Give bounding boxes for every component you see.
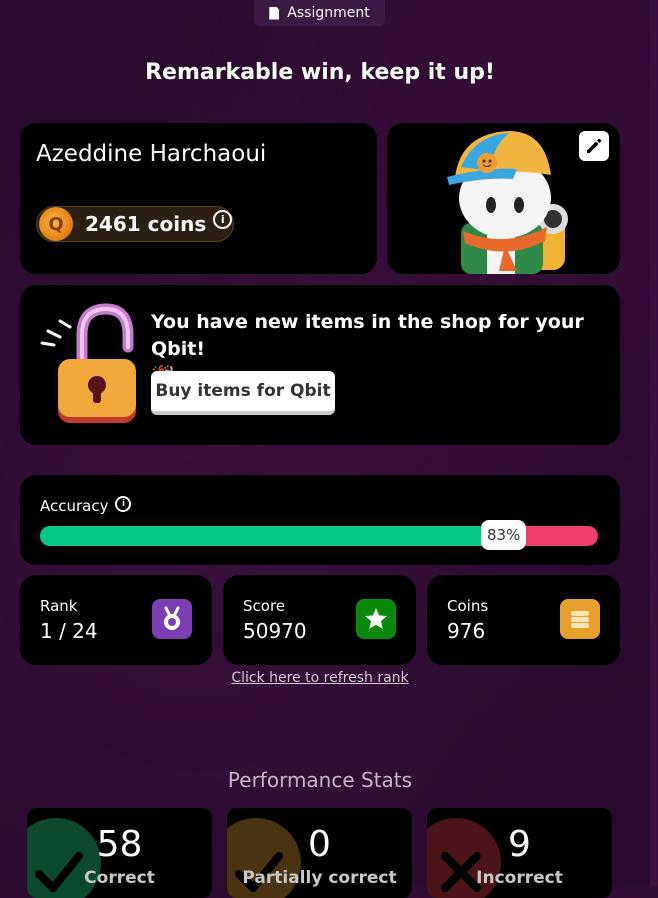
shop-card: You have new items in the shop for your …	[20, 285, 620, 445]
rank-card: Rank 1 / 24	[20, 575, 212, 665]
edit-pencil-icon	[587, 138, 602, 153]
partially-correct-count: 0	[308, 824, 331, 865]
correct-count: 58	[96, 824, 143, 865]
info-icon[interactable]: i	[213, 209, 233, 229]
score-label: Score	[243, 597, 286, 615]
score-card: Score 50970	[223, 575, 416, 665]
player-name: Azeddine Harchaoui	[36, 141, 267, 167]
info-icon[interactable]: i	[115, 496, 132, 512]
accuracy-card: Accuracy i 83%	[20, 475, 620, 565]
coin-balance: Q 2461 coins i	[36, 206, 234, 242]
accuracy-value: 83%	[481, 520, 527, 550]
result-headline: Remarkable win, keep it up!	[145, 60, 495, 85]
score-value: 50970	[243, 619, 307, 643]
star-icon	[365, 608, 387, 629]
medal-icon	[164, 606, 180, 630]
score-badge	[356, 599, 396, 639]
coins-label: Coins	[447, 597, 489, 615]
scrollbar-track[interactable]	[650, 0, 658, 886]
rank-label: Rank	[40, 597, 78, 615]
coins-value: 976	[447, 619, 486, 643]
assignment-tag: Assignment	[254, 0, 385, 26]
unlock-icon	[40, 303, 136, 423]
coin-balance-label: 2461 coins	[85, 212, 207, 236]
correct-card: 58 Correct	[27, 808, 212, 898]
edit-avatar-button[interactable]	[579, 131, 609, 161]
accuracy-bar-fill	[40, 526, 504, 546]
refresh-rank-link[interactable]: Click here to refresh rank	[0, 670, 640, 686]
shop-message-text: You have new items in the shop for your …	[151, 311, 584, 360]
document-icon	[269, 6, 280, 20]
rank-badge	[152, 599, 192, 639]
coins-card: Coins 976	[427, 575, 620, 665]
profile-card: Azeddine Harchaoui Q 2461 coins i	[20, 123, 377, 274]
buy-items-button[interactable]: Buy items for Qbit	[151, 371, 335, 415]
accuracy-label: Accuracy	[40, 497, 109, 515]
incorrect-card: 9 Incorrect	[427, 808, 612, 898]
coins-stack-icon	[571, 611, 589, 628]
performance-title: Performance Stats	[227, 768, 413, 792]
incorrect-count: 9	[508, 824, 531, 865]
avatar-card	[387, 123, 620, 274]
partially-correct-card: 0 Partially correct	[227, 808, 412, 898]
rank-value: 1 / 24	[40, 619, 98, 643]
incorrect-label: Incorrect	[476, 868, 563, 888]
coin-icon: Q	[39, 207, 73, 241]
assignment-tag-label: Assignment	[287, 5, 370, 21]
accuracy-header: Accuracy i	[40, 496, 132, 515]
partially-correct-label: Partially correct	[242, 868, 397, 888]
coins-badge	[560, 599, 600, 639]
correct-label: Correct	[84, 868, 155, 888]
